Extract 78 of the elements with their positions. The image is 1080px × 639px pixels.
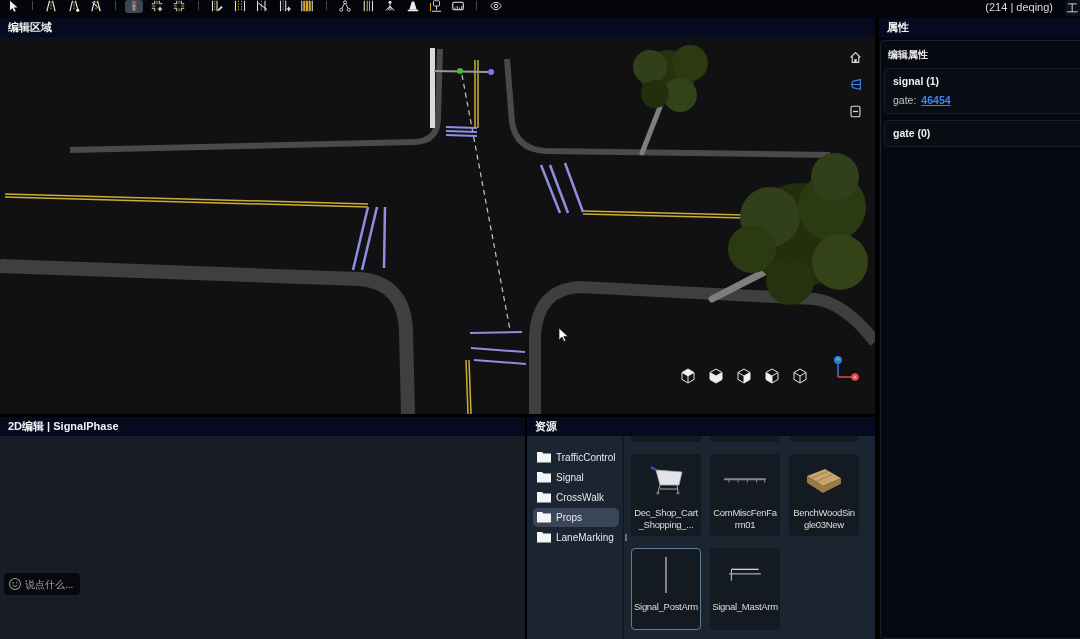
phase-editor-canvas[interactable]: 说点什么... xyxy=(0,436,525,639)
field-label: gate: xyxy=(893,94,917,106)
asset-card[interactable]: BenchWoodSingle03New xyxy=(789,454,859,536)
collapse-icon xyxy=(848,104,862,118)
asset-card[interactable]: Dec_Shop_Cart_Shopping_... xyxy=(631,454,701,536)
panel-title: 资源 xyxy=(535,419,557,434)
fence-rail-icon xyxy=(723,478,767,484)
node-graph-icon xyxy=(339,0,351,12)
section-title: 编辑属性 xyxy=(887,48,929,62)
home-icon xyxy=(848,50,862,64)
crosswalk xyxy=(351,206,387,271)
folder-icon xyxy=(537,452,551,463)
splitter-handle[interactable] xyxy=(625,534,627,541)
view-preset-button[interactable] xyxy=(764,368,780,384)
crosswalk xyxy=(469,331,527,365)
menu-button[interactable]: 工 xyxy=(1065,0,1080,16)
road-icon xyxy=(45,0,57,12)
view-preset-button[interactable] xyxy=(680,368,696,384)
workspace-label: (214 | deqing) xyxy=(985,1,1053,14)
asset-card[interactable]: Signal_PostArm xyxy=(631,548,701,630)
double-lane-icon xyxy=(301,0,313,12)
view-preset-button[interactable] xyxy=(708,368,724,384)
folder-icon xyxy=(537,532,551,543)
smiley-icon xyxy=(9,578,21,590)
view-cube-icon xyxy=(792,368,808,384)
view-cube-icon xyxy=(680,368,696,384)
folder-item[interactable]: CrossWalk xyxy=(533,488,619,507)
folder-icon xyxy=(537,492,551,503)
lane-cut-icon xyxy=(256,0,268,12)
mast-arm-icon xyxy=(728,568,762,582)
mouse-cursor-icon xyxy=(558,327,569,342)
view-preset-button[interactable] xyxy=(792,368,808,384)
control-handle[interactable] xyxy=(457,68,463,74)
group-title: signal (1) xyxy=(893,75,941,87)
eye-icon xyxy=(489,0,502,12)
road-node-icon xyxy=(67,0,80,12)
asset-card[interactable]: Signal_MastArm xyxy=(710,548,780,630)
sign-post-icon xyxy=(429,0,441,12)
control-handle[interactable] xyxy=(488,69,494,75)
lane-edit-icon xyxy=(211,0,223,12)
perspective-icon xyxy=(848,77,862,91)
ruler-icon xyxy=(451,0,464,12)
junction-add-icon xyxy=(150,0,163,12)
folder-item[interactable]: Signal xyxy=(533,468,619,487)
crosswalk xyxy=(445,126,478,137)
bench-icon xyxy=(807,469,841,493)
view-cube-icon xyxy=(708,368,724,384)
spray-icon xyxy=(384,0,396,12)
panel-title: 编辑区域 xyxy=(8,20,52,35)
panel-title: 2D编辑 | SignalPhase xyxy=(8,419,119,434)
shopping-cart-icon xyxy=(649,466,683,496)
group-title: gate (0) xyxy=(893,127,932,139)
view-preset-button[interactable] xyxy=(736,368,752,384)
tool-button[interactable] xyxy=(298,0,316,13)
folder-item[interactable]: TrafficControl xyxy=(533,448,619,467)
chat-input-field[interactable]: 说点什么... xyxy=(4,573,80,595)
junction-icon xyxy=(173,0,185,12)
folder-icon xyxy=(537,472,551,483)
view-cube-icon xyxy=(736,368,752,384)
asset-card[interactable]: ComMiscFenFarm01 xyxy=(710,454,780,536)
folder-icon xyxy=(537,512,551,523)
lane-icon xyxy=(233,0,246,12)
folder-item[interactable]: Props xyxy=(533,508,619,527)
view-cube-icon xyxy=(764,368,780,384)
lane-line xyxy=(474,59,479,129)
road-cut-icon xyxy=(90,0,102,12)
lane-marking-icon xyxy=(361,0,374,12)
folder-item[interactable]: LaneMarking xyxy=(533,528,619,547)
crosswalk xyxy=(539,162,585,214)
lane-add-icon xyxy=(278,0,291,12)
panel-title: 属性 xyxy=(887,20,909,35)
gate-link[interactable]: 46454 xyxy=(921,94,951,106)
lane-line xyxy=(465,359,472,414)
cone-icon xyxy=(406,0,419,12)
axis-gizmo-icon xyxy=(833,355,860,382)
pointer-icon xyxy=(7,0,19,12)
tool-button[interactable] xyxy=(336,0,354,13)
traffic-signal-pole[interactable] xyxy=(430,48,489,128)
